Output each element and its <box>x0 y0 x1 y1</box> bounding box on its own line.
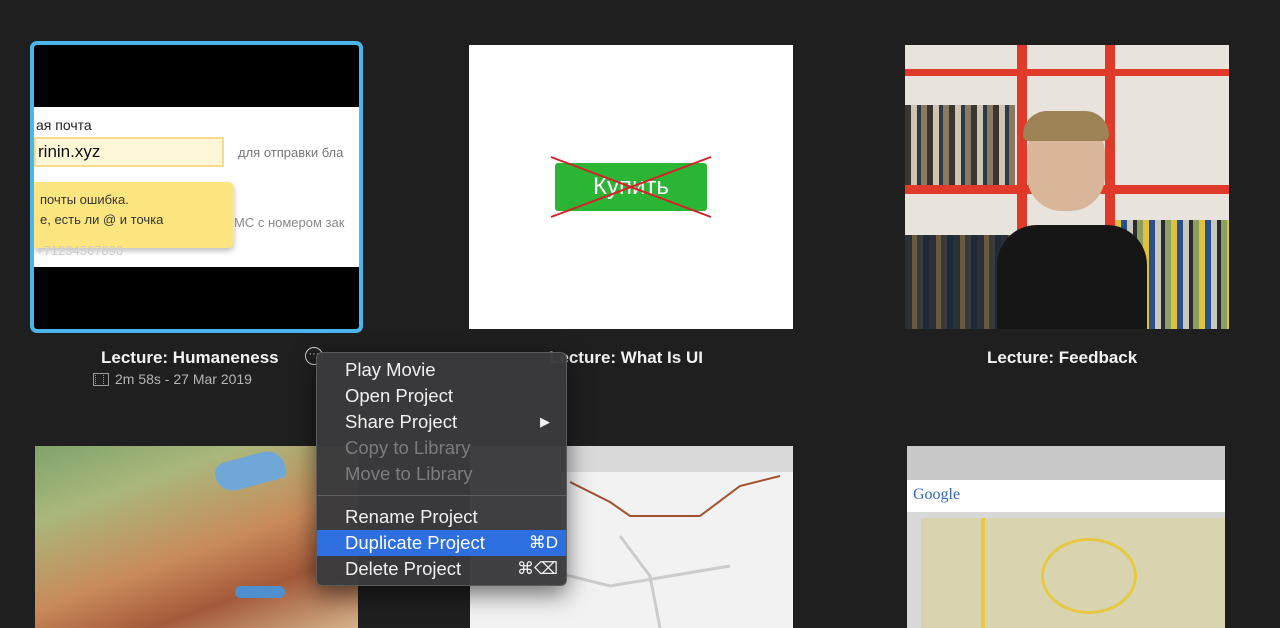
menu-item-duplicate-project[interactable]: Duplicate Project ⌘D <box>317 530 566 556</box>
project-meta: 2m 58s - 27 Mar 2019 <box>93 371 252 387</box>
thumb-shelf <box>905 69 1229 76</box>
menu-item-label: Copy to Library <box>345 437 471 458</box>
film-icon <box>93 372 109 386</box>
menu-item-play-movie[interactable]: Play Movie <box>317 357 566 383</box>
project-thumbnail-google-maps[interactable]: Google <box>907 446 1225 628</box>
menu-item-label: Share Project <box>345 411 458 432</box>
thumbnail-webform: ая почта rinin.xyz для отправки бла почт… <box>34 107 359 267</box>
menu-item-label: Play Movie <box>345 359 436 380</box>
menu-item-label: Open Project <box>345 385 453 406</box>
thumb-google-page: Google <box>907 480 1225 512</box>
menu-item-move-to-library: Move to Library <box>317 461 566 487</box>
project-thumbnail[interactable] <box>905 45 1229 329</box>
thumb-text: МС с номером зак <box>234 215 345 230</box>
thumb-browser-bar <box>907 446 1225 480</box>
project-thumbnail-map[interactable] <box>35 446 358 628</box>
submenu-arrow-icon: ▶ <box>540 414 550 429</box>
thumb-person <box>997 111 1147 329</box>
thumb-lake <box>235 586 285 598</box>
menu-item-label: Duplicate Project <box>345 532 485 553</box>
project-duration-date: 2m 58s - 27 Mar 2019 <box>115 371 252 387</box>
project-thumbnail[interactable]: ая почта rinin.xyz для отправки бла почт… <box>30 41 363 333</box>
thumb-map <box>921 518 1225 628</box>
menu-item-label: Move to Library <box>345 463 473 484</box>
thumb-text: для отправки бла <box>238 145 344 160</box>
thumb-google-logo: Google <box>913 486 961 503</box>
menu-separator <box>317 495 566 496</box>
thumb-tooltip: почты ошибка. е, есть ли @ и точка <box>34 182 234 248</box>
shortcut-label: ⌘⌫ <box>516 559 558 578</box>
cross-icon <box>550 156 712 218</box>
project-title[interactable]: Lecture: Humaneness <box>101 348 279 368</box>
shortcut-label: ⌘D <box>528 533 558 552</box>
thumb-text: rinin.xyz <box>34 137 224 167</box>
menu-item-label: Delete Project <box>345 558 462 579</box>
menu-item-delete-project[interactable]: Delete Project ⌘⌫ <box>317 556 566 582</box>
thumb-text: ая почта <box>36 117 92 133</box>
menu-item-open-project[interactable]: Open Project <box>317 383 566 409</box>
project-title[interactable]: Lecture: What Is UI <box>549 348 703 368</box>
project-title[interactable]: Lecture: Feedback <box>987 348 1137 368</box>
thumb-text: почты ошибка. <box>40 192 129 207</box>
menu-item-label: Rename Project <box>345 506 478 527</box>
thumb-lake <box>212 447 288 495</box>
project-context-menu: Play Movie Open Project Share Project ▶ … <box>316 352 567 586</box>
project-thumbnail[interactable]: Купить <box>469 45 793 329</box>
thumb-text: +71234567890 <box>36 243 124 258</box>
thumb-text: е, есть ли @ и точка <box>40 212 164 227</box>
menu-item-share-project[interactable]: Share Project ▶ <box>317 409 566 435</box>
menu-item-copy-to-library: Copy to Library <box>317 435 566 461</box>
menu-item-rename-project[interactable]: Rename Project <box>317 504 566 530</box>
